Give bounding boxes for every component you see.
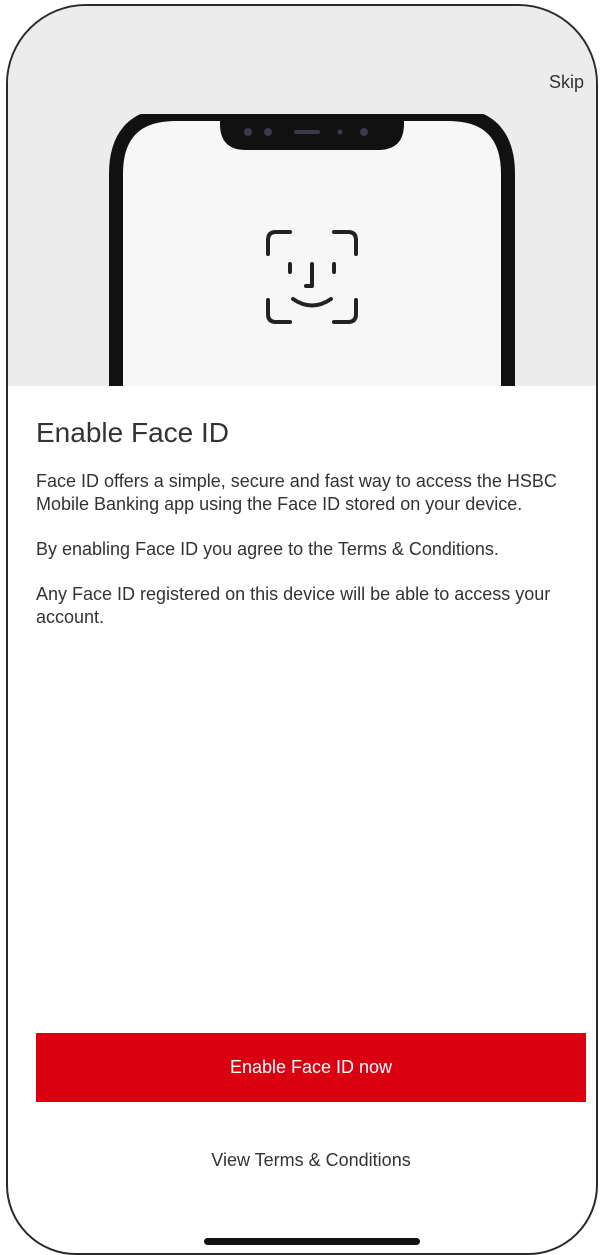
page-title: Enable Face ID	[36, 417, 229, 448]
device-frame: Skip Enable Face ID Face ID offers a sim…	[6, 4, 598, 1255]
enable-face-id-button[interactable]: Enable Face ID now	[36, 1033, 586, 1102]
terms-notice-paragraph: By enabling Face ID you agree to the Ter…	[36, 539, 499, 559]
phone-illustration	[109, 114, 515, 386]
skip-button[interactable]: Skip	[549, 72, 584, 93]
hero-illustration-area: Skip	[8, 6, 596, 386]
view-terms-link[interactable]: View Terms & Conditions	[36, 1150, 586, 1171]
access-warning-paragraph: Any Face ID registered on this device wi…	[36, 584, 551, 627]
home-indicator	[204, 1238, 420, 1245]
description-paragraph: Face ID offers a simple, secure and fast…	[36, 471, 557, 514]
phone-body	[109, 114, 515, 386]
content-section: Enable Face ID Face ID offers a simple, …	[36, 416, 584, 651]
